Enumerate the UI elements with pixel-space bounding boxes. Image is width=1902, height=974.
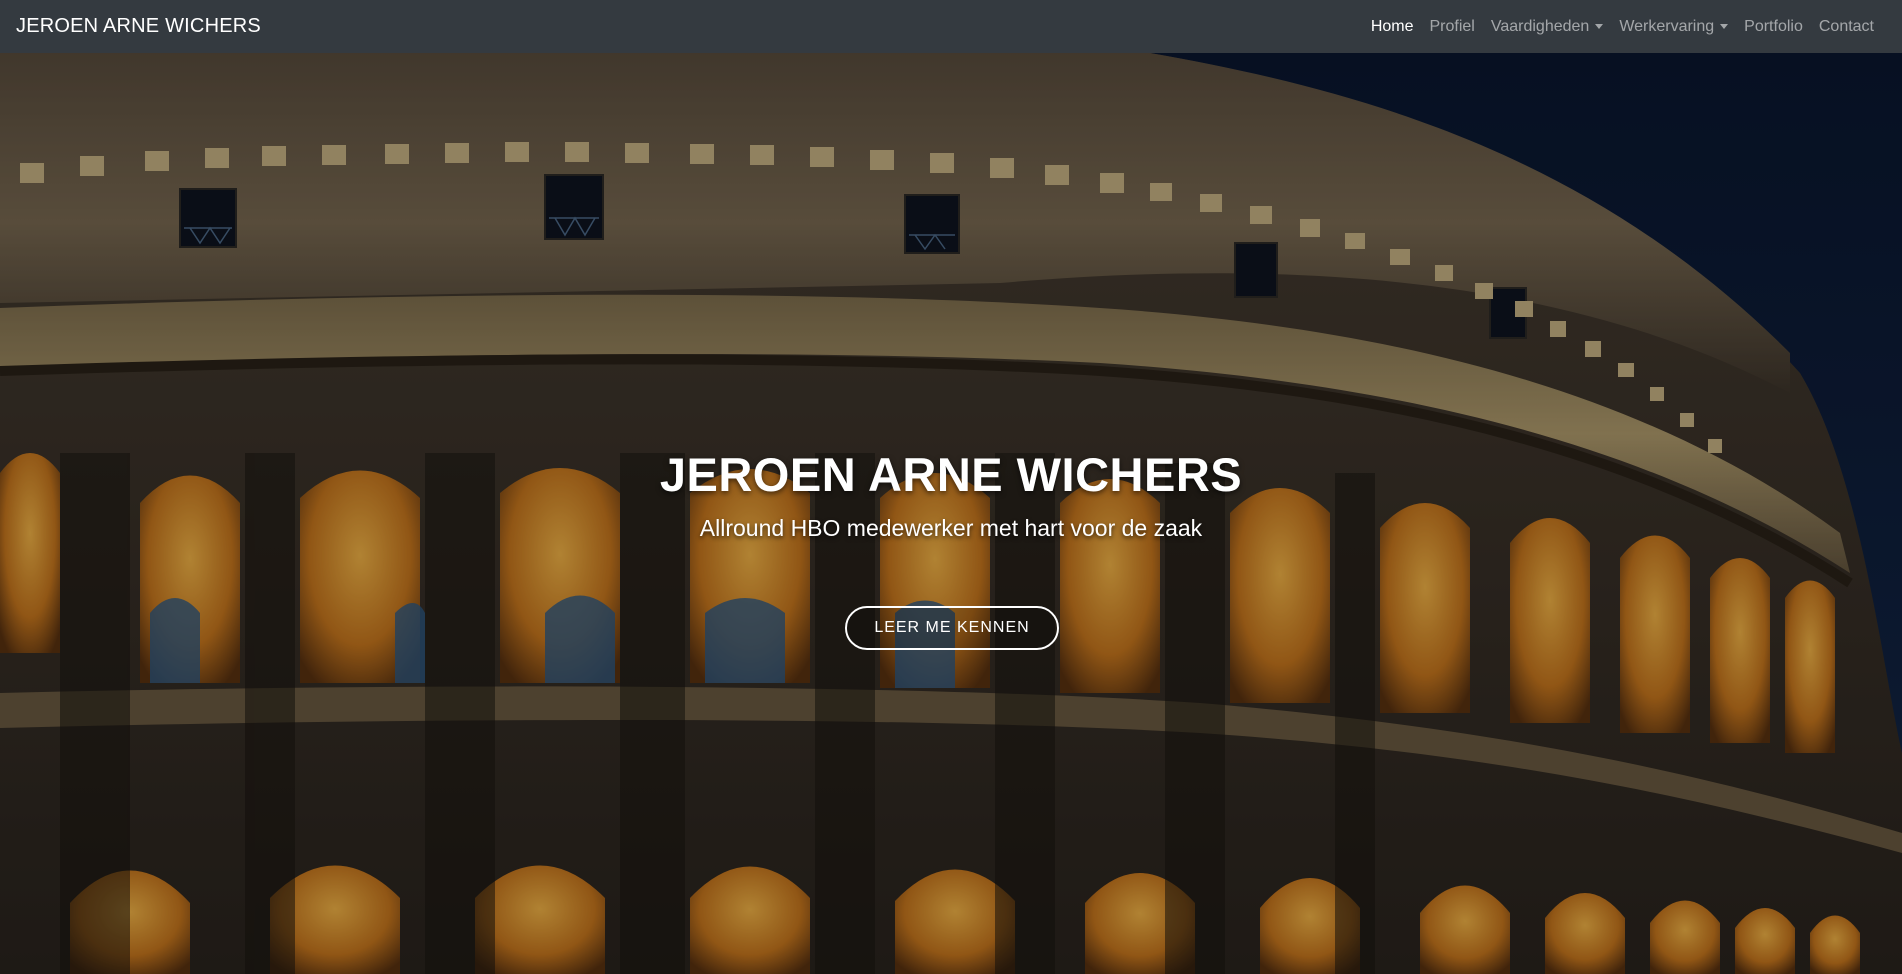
nav-vaardigheden-label: Vaardigheden (1490, 17, 1590, 35)
nav-werkervaring-dropdown[interactable]: Werkervaring (1611, 10, 1736, 44)
hero-section: JEROEN ARNE WICHERS Allround HBO medewer… (0, 53, 1902, 974)
brand-link[interactable]: JEROEN ARNE WICHERS (16, 15, 261, 38)
nav-portfolio[interactable]: Portfolio (1736, 10, 1811, 44)
hero-subtitle: Allround HBO medewerker met hart voor de… (699, 515, 1203, 541)
top-navbar: JEROEN ARNE WICHERS Home Profiel Vaardig… (0, 0, 1902, 53)
leer-me-kennen-button[interactable]: LEER ME KENNEN (845, 606, 1059, 650)
caret-down-icon (1720, 24, 1729, 29)
nav-contact-label: Contact (1818, 17, 1874, 35)
caret-down-icon (1595, 24, 1604, 29)
nav-contact[interactable]: Contact (1811, 10, 1882, 44)
nav-profiel-label: Profiel (1429, 17, 1475, 35)
nav-home-label: Home (1370, 17, 1414, 35)
nav-portfolio-label: Portfolio (1744, 17, 1803, 35)
nav-vaardigheden-dropdown[interactable]: Vaardigheden (1483, 10, 1611, 44)
nav-home[interactable]: Home (1363, 10, 1422, 44)
hero-content: JEROEN ARNE WICHERS Allround HBO medewer… (0, 53, 1902, 974)
nav-profiel[interactable]: Profiel (1422, 10, 1483, 44)
nav-menu: Home Profiel Vaardigheden Werkervaring P… (1363, 10, 1882, 44)
nav-werkervaring-label: Werkervaring (1619, 17, 1715, 35)
hero-title: JEROEN ARNE WICHERS (659, 448, 1243, 501)
